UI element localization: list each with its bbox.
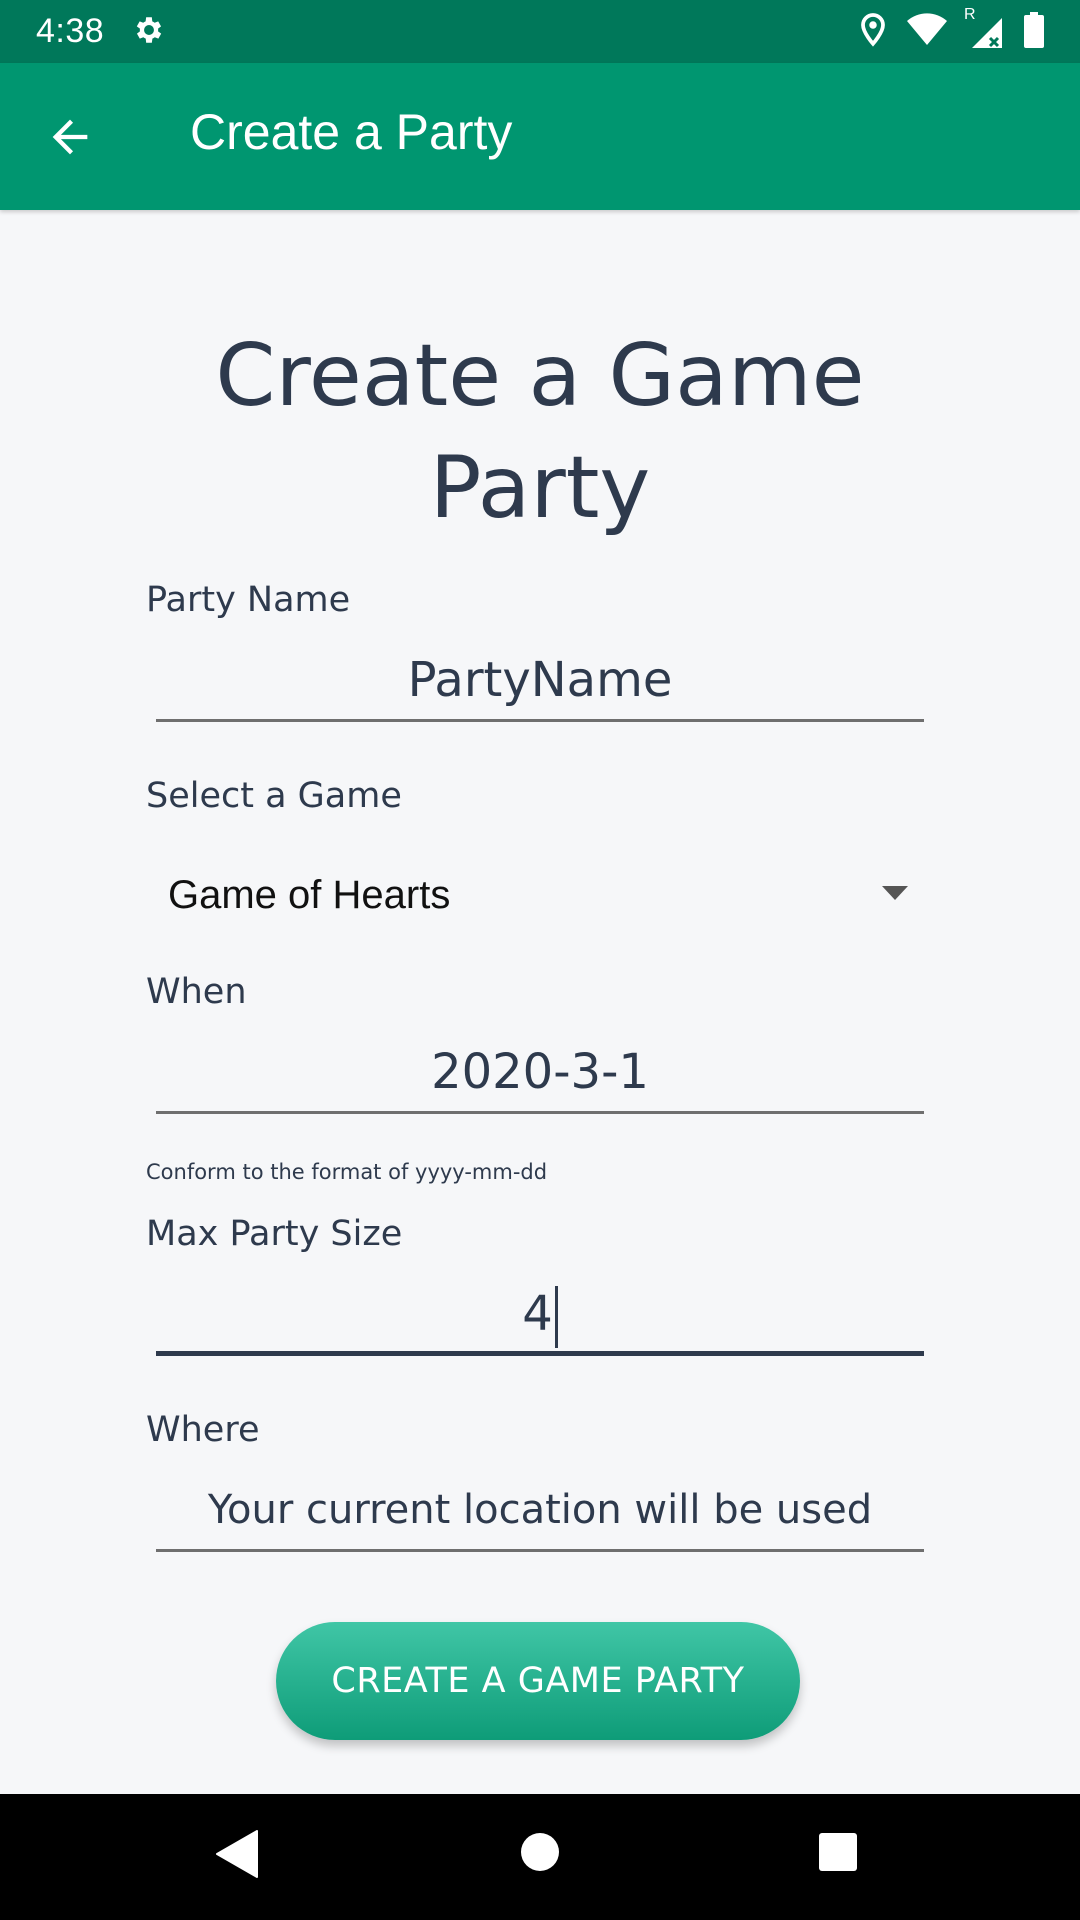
date-format-hint: Conform to the format of yyyy-mm-dd xyxy=(146,1160,548,1184)
text-cursor xyxy=(554,1286,558,1348)
nav-home-button[interactable] xyxy=(520,1832,560,1876)
dropdown-arrow-icon xyxy=(880,884,910,906)
where-label: Where xyxy=(146,1410,260,1450)
nav-recents-icon xyxy=(818,1833,858,1876)
app-bar-title: Create a Party xyxy=(190,104,513,160)
page-title: Create a Game Party xyxy=(215,326,865,538)
status-time: 4:38 xyxy=(36,12,105,50)
back-button[interactable] xyxy=(44,111,96,163)
when-date-input[interactable]: 2020-3-1 xyxy=(156,1034,924,1114)
game-select-value: Game of Hearts xyxy=(168,872,451,917)
game-select-dropdown[interactable]: Game of Hearts xyxy=(156,850,924,940)
where-value: Your current location will be used xyxy=(207,1487,873,1533)
when-date-value: 2020-3-1 xyxy=(431,1044,649,1100)
party-name-value: PartyName xyxy=(407,652,673,708)
arrow-back-icon xyxy=(44,119,96,167)
where-input[interactable]: Your current location will be used xyxy=(156,1472,924,1552)
nav-home-icon xyxy=(520,1833,560,1876)
nav-back-button[interactable] xyxy=(215,1829,259,1883)
max-party-size-label: Max Party Size xyxy=(146,1214,403,1254)
party-name-label: Party Name xyxy=(146,580,351,620)
roaming-indicator: R xyxy=(964,5,976,23)
party-name-input[interactable]: PartyName xyxy=(156,642,924,722)
create-party-form: Create a Game Party Party Name PartyName… xyxy=(0,210,1080,1794)
max-party-size-input[interactable]: 4 xyxy=(156,1276,924,1356)
nav-back-icon xyxy=(215,1830,259,1883)
select-game-label: Select a Game xyxy=(146,776,402,816)
app-bar: Create a Party xyxy=(0,63,1080,210)
signal-roaming-icon: R xyxy=(964,6,1006,52)
max-party-size-value: 4 xyxy=(522,1286,553,1342)
status-bar: 4:38 R xyxy=(0,0,1080,63)
when-label: When xyxy=(146,972,247,1012)
create-game-party-button[interactable]: CREATE A GAME PARTY xyxy=(276,1622,800,1740)
nav-recents-button[interactable] xyxy=(818,1832,858,1876)
system-nav-bar xyxy=(0,1794,1080,1920)
location-icon xyxy=(858,12,888,52)
battery-icon xyxy=(1024,11,1044,52)
settings-icon xyxy=(132,13,166,51)
wifi-icon xyxy=(906,12,948,51)
